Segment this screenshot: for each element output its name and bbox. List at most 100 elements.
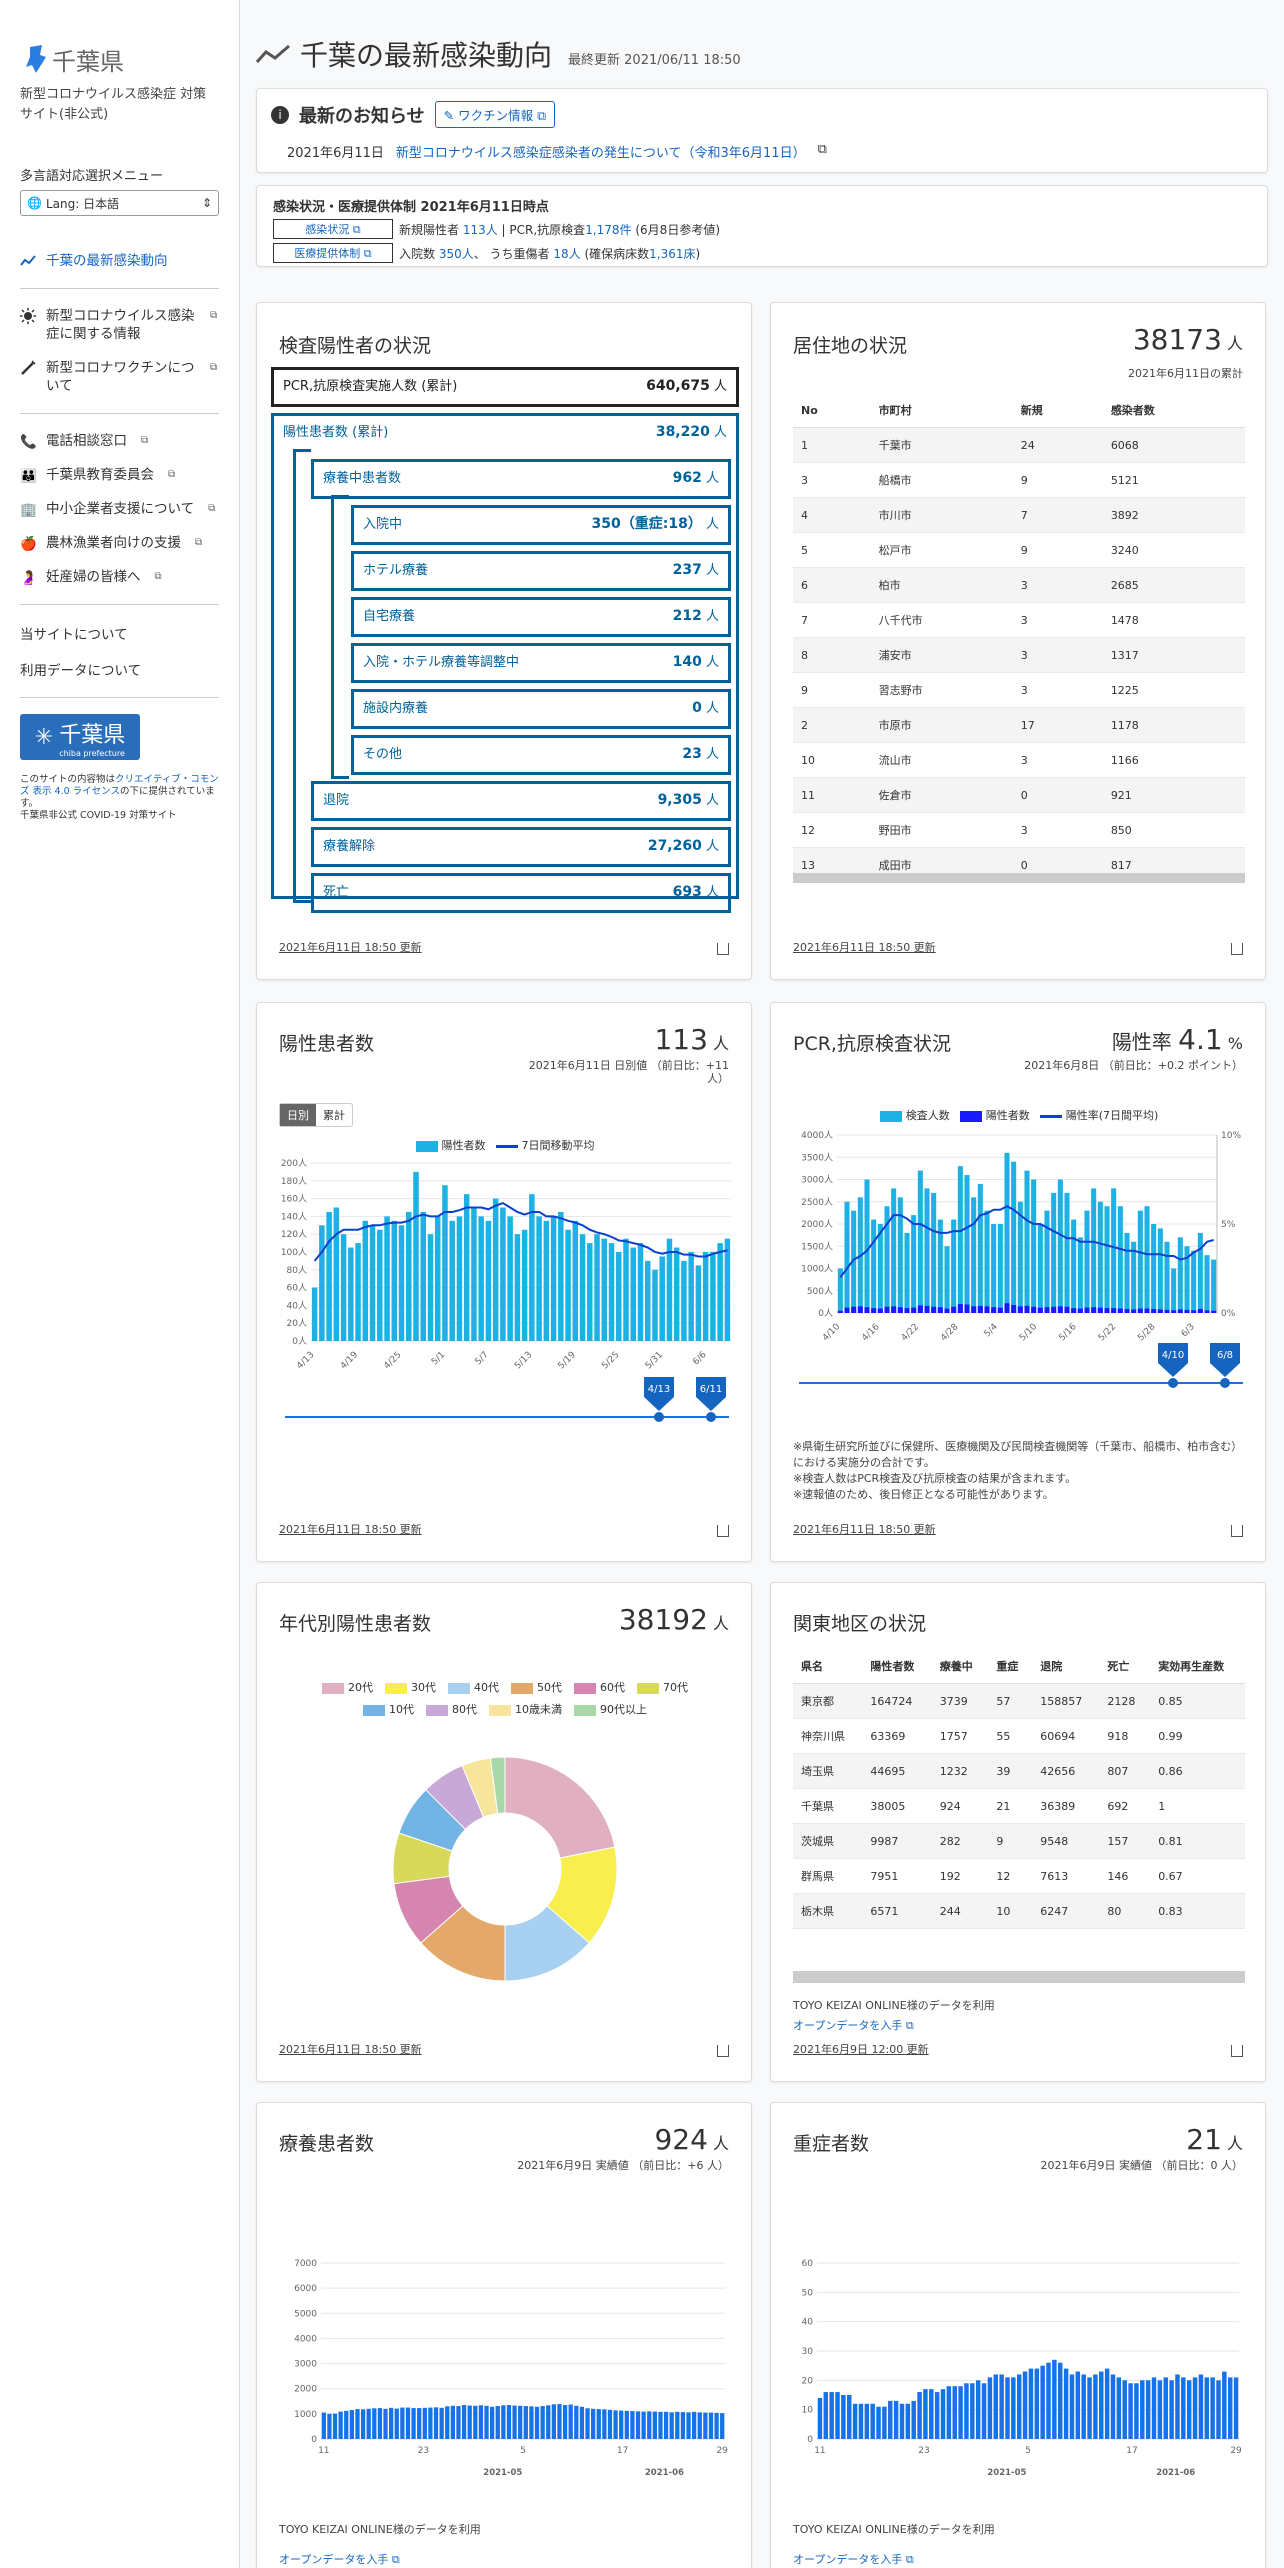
inpatient-link[interactable]: 350人 bbox=[439, 247, 474, 261]
bar-positive bbox=[1131, 1309, 1137, 1313]
box-label: 退院 bbox=[323, 793, 350, 808]
bar bbox=[529, 2406, 534, 2439]
column-header[interactable]: 実効再生産数 bbox=[1150, 1649, 1245, 1684]
pcr-link[interactable]: 1,178件 bbox=[585, 223, 631, 237]
legend-item[interactable]: 70代 bbox=[637, 1679, 688, 1695]
legend-item[interactable]: 7日間移動平均 bbox=[495, 1137, 595, 1153]
pref-logo-text: 千葉県 bbox=[59, 722, 126, 748]
column-header[interactable]: 県名 bbox=[793, 1649, 863, 1684]
bar-positive bbox=[1084, 1307, 1090, 1313]
month-label: 2021-06 bbox=[645, 2468, 684, 2478]
table-cell: 80 bbox=[1099, 1893, 1151, 1929]
column-header[interactable]: 市町村 bbox=[870, 393, 1013, 428]
nav-vaccine[interactable]: 新型コロナワクチンについて ⧉ bbox=[20, 351, 219, 403]
column-header[interactable]: No bbox=[793, 393, 871, 428]
infection-status-button[interactable]: 感染状況 ⧉ bbox=[273, 219, 393, 239]
nav-latest[interactable]: 千葉の最新感染動向 bbox=[20, 244, 219, 278]
legend-item[interactable]: 40代 bbox=[448, 1679, 499, 1695]
open-data-link[interactable]: オープンデータを入手 ⧉ bbox=[279, 2551, 400, 2567]
bar-positive bbox=[1197, 1308, 1203, 1313]
share-icon[interactable] bbox=[717, 943, 729, 955]
nav-agri[interactable]: 🍎 農林漁業者向けの支援 ⧉ bbox=[20, 526, 219, 560]
column-header[interactable]: 退院 bbox=[1032, 1649, 1100, 1684]
legend-item[interactable]: 検査人数 bbox=[879, 1107, 950, 1123]
nav-about[interactable]: 当サイトについて bbox=[20, 615, 219, 651]
column-header[interactable]: 新規 bbox=[1012, 393, 1103, 428]
share-icon[interactable] bbox=[1231, 1525, 1243, 1537]
column-header[interactable]: 死亡 bbox=[1099, 1649, 1151, 1684]
legend-label: 陽性率(7日間平均) bbox=[1065, 1109, 1159, 1122]
share-icon[interactable] bbox=[717, 2045, 729, 2057]
building-icon: 🏢 bbox=[20, 502, 37, 518]
daily-cumulative-toggle[interactable]: 日別 累計 bbox=[279, 1103, 353, 1127]
toggle-cumulative[interactable]: 累計 bbox=[316, 1104, 352, 1126]
nav-data-about[interactable]: 利用データについて bbox=[20, 651, 219, 687]
column-header[interactable]: 陽性者数 bbox=[862, 1649, 932, 1684]
panel-updated[interactable]: 2021年6月11日 18:50 更新 bbox=[793, 1521, 936, 1537]
legend-item[interactable]: 陽性率(7日間平均) bbox=[1039, 1107, 1159, 1123]
panel-updated[interactable]: 2021年6月11日 18:50 更新 bbox=[793, 939, 936, 955]
s: | PCR,抗原検査 bbox=[497, 222, 586, 237]
bar bbox=[641, 2411, 646, 2439]
panel-updated[interactable]: 2021年6月11日 18:50 更新 bbox=[279, 939, 422, 955]
info-icon: i bbox=[271, 105, 289, 124]
toggle-daily[interactable]: 日別 bbox=[280, 1104, 316, 1126]
nav-education[interactable]: 👪 千葉県教育委員会 ⧉ bbox=[20, 458, 219, 492]
box-unit: 人 bbox=[709, 425, 727, 440]
residence-table-wrap[interactable]: No 市町村 新規 感染者数 1 千葉市 24 6068 3 船橋市 9 5121 4 市川市 7 3892 5… bbox=[793, 393, 1245, 883]
bar-positive bbox=[1104, 1308, 1110, 1313]
kanto-table-wrap[interactable]: 県名 陽性者数 療養中 重症 退院 死亡 実効再生産数 東京都 164724 3739 57 1588… bbox=[793, 1649, 1245, 1929]
bar-positive bbox=[851, 1306, 857, 1313]
nav-sme[interactable]: 🏢 中小企業者支援について ⧉ bbox=[20, 492, 219, 526]
open-data-link[interactable]: オープンデータを入手 ⧉ bbox=[793, 2551, 914, 2567]
bar bbox=[911, 2400, 916, 2439]
share-icon[interactable] bbox=[717, 1525, 729, 1537]
column-header[interactable]: 重症 bbox=[988, 1649, 1033, 1684]
bar bbox=[596, 2409, 601, 2439]
date-range-slider[interactable]: 4/10 6/8 bbox=[793, 1339, 1249, 1399]
nav-phone[interactable]: 📞 電話相談窓口 ⧉ bbox=[20, 424, 219, 458]
severe-link[interactable]: 18人 bbox=[553, 247, 580, 261]
panel-updated[interactable]: 2021年6月11日 18:50 更新 bbox=[279, 1521, 422, 1537]
nav-covid-info[interactable]: 新型コロナウイルス感染症に関する情報 ⧉ bbox=[20, 299, 219, 351]
legend-item[interactable]: 陽性者数 bbox=[959, 1107, 1030, 1123]
box-value: 237 人 bbox=[673, 559, 719, 578]
chiba-pref-logo[interactable]: ✳ 千葉県 chiba prefecture bbox=[20, 714, 140, 760]
column-header[interactable]: 療養中 bbox=[931, 1649, 989, 1684]
beds-link[interactable]: 1,361床 bbox=[649, 247, 695, 261]
share-icon[interactable] bbox=[1231, 2045, 1243, 2057]
bar bbox=[1122, 2380, 1127, 2439]
panel-title: 関東地区の状況 bbox=[793, 1613, 927, 1635]
bar bbox=[492, 1198, 499, 1341]
legend-item[interactable]: 50代 bbox=[511, 1679, 562, 1695]
scrollbar[interactable] bbox=[793, 1971, 1245, 1983]
legend-item[interactable]: 30代 bbox=[385, 1679, 436, 1695]
month-label: 2021-05 bbox=[483, 2468, 522, 2478]
bar bbox=[1051, 1192, 1057, 1313]
legend-item[interactable]: 20代 bbox=[322, 1679, 373, 1695]
new-positive-link[interactable]: 113人 bbox=[463, 223, 498, 237]
legend-item[interactable]: 10歳未満 bbox=[489, 1701, 562, 1717]
bar bbox=[835, 2392, 840, 2439]
nav-pregnant[interactable]: 🤰 妊産婦の皆様へ ⧉ bbox=[20, 560, 219, 594]
lang-select[interactable]: 🌐 Lang: 日本語 ⇕ bbox=[20, 190, 219, 216]
panel-updated[interactable]: 2021年6月11日 18:50 更新 bbox=[279, 2041, 422, 2057]
medical-system-button[interactable]: 医療提供体制 ⧉ bbox=[273, 243, 393, 263]
legend-item[interactable]: 80代 bbox=[426, 1701, 477, 1717]
column-header[interactable]: 感染者数 bbox=[1102, 393, 1245, 428]
share-icon[interactable] bbox=[1231, 943, 1243, 955]
site-logo[interactable]: 千葉県 bbox=[26, 42, 219, 77]
panel-updated[interactable]: 2021年6月9日 12:00 更新 bbox=[793, 2041, 929, 2057]
vaccine-info-button[interactable]: ✎ ワクチン情報 ⧉ bbox=[434, 101, 556, 128]
legend-item[interactable]: 陽性者数 bbox=[415, 1137, 486, 1153]
table-cell: 146 bbox=[1099, 1858, 1151, 1894]
legend-item[interactable]: 90代以上 bbox=[574, 1701, 647, 1717]
legend-item[interactable]: 10代 bbox=[363, 1701, 414, 1717]
open-data-link[interactable]: オープンデータを入手 ⧉ bbox=[793, 2017, 914, 2033]
date-range-slider[interactable]: 4/13 6/11 bbox=[279, 1373, 735, 1433]
news-link[interactable]: 新型コロナウイルス感染症感染者の発生について（令和3年6月11日） bbox=[396, 142, 806, 161]
panel-title: 療養患者数 bbox=[279, 2133, 375, 2155]
table-cell: 57 bbox=[988, 1683, 1033, 1719]
legend-item[interactable]: 60代 bbox=[574, 1679, 625, 1695]
bar-positive bbox=[1157, 1309, 1163, 1313]
